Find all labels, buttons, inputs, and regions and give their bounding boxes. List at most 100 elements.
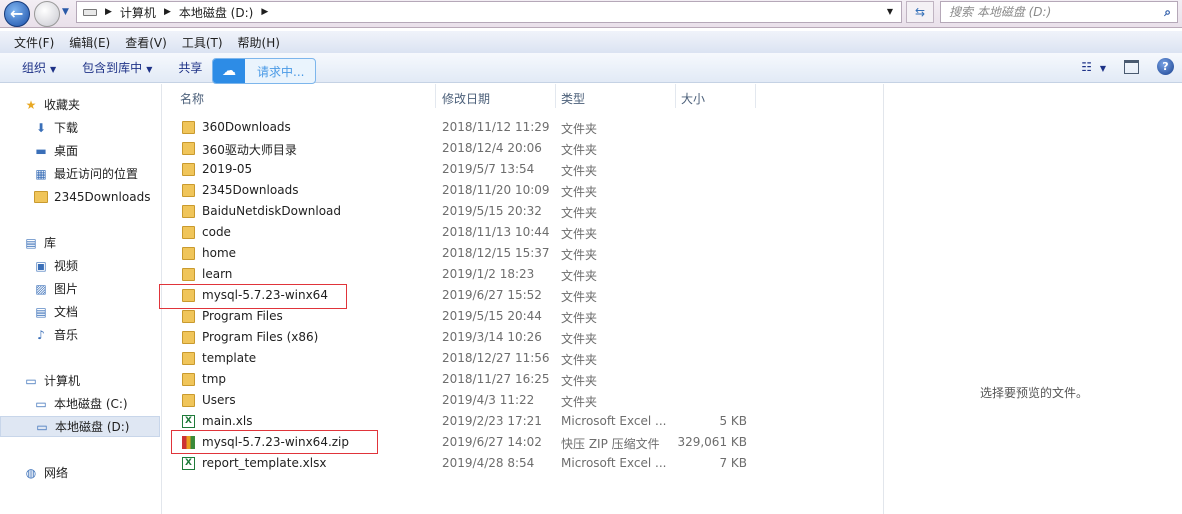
sidebar-item[interactable]: ▨ 图片 xyxy=(0,278,160,299)
video-icon: ▣ xyxy=(35,258,47,273)
file-date: 2019/6/27 15:52 xyxy=(442,288,542,302)
file-row[interactable]: Xreport_template.xlsx 2019/4/28 8:54 Micro… xyxy=(179,453,759,474)
sidebar-item-label: 网络 xyxy=(44,466,69,480)
file-row[interactable]: code 2018/11/13 10:44 文件夹 xyxy=(179,222,759,243)
file-type: Microsoft Excel ... xyxy=(561,456,667,470)
sidebar-item[interactable]: ▦ 最近访问的位置 xyxy=(0,163,160,184)
menu-help[interactable]: 帮助(H) xyxy=(238,34,280,51)
sidebar-item-label: 收藏夹 xyxy=(44,98,81,112)
file-date: 2019/1/2 18:23 xyxy=(442,267,535,281)
file-name: 2345Downloads xyxy=(202,183,299,197)
file-date: 2018/12/4 20:06 xyxy=(442,141,542,155)
preview-pane: 选择要预览的文件。 xyxy=(883,84,1182,514)
column-header-size[interactable]: 大小 xyxy=(681,90,705,110)
file-type: 文件夹 xyxy=(561,164,598,178)
chevron-down-icon: ▼ xyxy=(50,65,57,74)
sidebar-item[interactable]: ♪ 音乐 xyxy=(0,324,160,345)
sidebar-item[interactable]: ▭ 本地磁盘 (C:) xyxy=(0,393,160,414)
sidebar-item[interactable]: ▤ 库 xyxy=(0,232,160,253)
menu-tools[interactable]: 工具(T) xyxy=(182,34,223,51)
file-row[interactable]: 2345Downloads 2018/11/20 10:09 文件夹 xyxy=(179,180,759,201)
file-date: 2018/12/15 15:37 xyxy=(442,246,550,260)
view-options-button[interactable]: ☷ ▼ xyxy=(1081,60,1106,74)
menu-edit[interactable]: 编辑(E) xyxy=(69,34,110,51)
preview-pane-button[interactable] xyxy=(1124,59,1139,74)
share-button[interactable]: 共享 xyxy=(178,59,202,76)
folder-icon xyxy=(182,247,195,260)
breadcrumb-drive-d[interactable]: 本地磁盘 (D:) xyxy=(179,4,253,21)
recent-pages-dropdown[interactable]: ▼ xyxy=(62,7,69,17)
sidebar-item[interactable]: ▤ 文档 xyxy=(0,301,160,322)
breadcrumb-arrow-icon[interactable]: ▶ xyxy=(261,7,268,17)
breadcrumb-arrow-icon[interactable]: ▶ xyxy=(164,7,171,17)
file-name: 360驱动大师目录 xyxy=(202,143,297,157)
sidebar-item-label: 图片 xyxy=(54,282,79,296)
sidebar-item-label: 2345Downloads xyxy=(54,189,151,204)
back-button[interactable]: ← xyxy=(4,1,30,27)
file-name: template xyxy=(202,351,257,365)
sidebar-item[interactable]: ▭ 本地磁盘 (D:) xyxy=(0,416,160,437)
folder-icon xyxy=(182,352,195,365)
help-icon[interactable]: ? xyxy=(1157,58,1174,75)
refresh-button[interactable]: ⇆ xyxy=(906,1,934,23)
sidebar-item[interactable]: ▭ 计算机 xyxy=(0,370,160,391)
file-date: 2018/11/12 11:29 xyxy=(442,120,550,134)
file-row[interactable]: Users 2019/4/3 11:22 文件夹 xyxy=(179,390,759,411)
column-divider[interactable] xyxy=(555,84,556,108)
file-type: 文件夹 xyxy=(561,143,598,157)
sidebar-item[interactable]: 2345Downloads xyxy=(0,186,160,207)
file-name: home xyxy=(202,246,237,260)
file-date: 2018/11/13 10:44 xyxy=(442,225,550,239)
file-row[interactable]: Program Files 2019/5/15 20:44 文件夹 xyxy=(179,306,759,327)
include-library-button[interactable]: 包含到库中 ▼ xyxy=(82,59,152,76)
sidebar-item[interactable]: ◍ 网络 xyxy=(0,462,160,483)
file-row[interactable]: Xmain.xls 2019/2/23 17:21 Microsoft Excel … xyxy=(179,411,759,432)
file-row[interactable]: tmp 2018/11/27 16:25 文件夹 xyxy=(179,369,759,390)
desktop-icon: ▬ xyxy=(35,143,47,158)
file-type: 文件夹 xyxy=(561,206,598,220)
file-date: 2019/4/3 11:22 xyxy=(442,393,535,407)
file-date: 2018/12/27 11:56 xyxy=(442,351,550,365)
file-row[interactable]: learn 2019/1/2 18:23 文件夹 xyxy=(179,264,759,285)
menu-file[interactable]: 文件(F) xyxy=(14,34,54,51)
sidebar-item[interactable]: ★ 收藏夹 xyxy=(0,94,160,115)
highlight-box xyxy=(171,430,378,454)
sidebar-item[interactable]: ⬇ 下载 xyxy=(0,117,160,138)
baidu-cloud-icon: ☁ xyxy=(213,59,245,83)
column-divider[interactable] xyxy=(435,84,436,108)
search-icon[interactable]: ⌕ xyxy=(1164,2,1171,22)
file-row[interactable]: 2019-05 2019/5/7 13:54 文件夹 xyxy=(179,159,759,180)
column-header-name[interactable]: 名称 xyxy=(180,90,204,110)
breadcrumb-arrow-icon[interactable]: ▶ xyxy=(105,7,112,17)
file-row[interactable]: Program Files (x86) 2019/3/14 10:26 文件夹 xyxy=(179,327,759,348)
column-header-date[interactable]: 修改日期 xyxy=(442,90,490,110)
file-type: 文件夹 xyxy=(561,185,598,199)
navigation-pane: ★ 收藏夹 ⬇ 下载 ▬ 桌面 ▦ 最近访问的位置 2345Downloads ▤ 库 ▣ 视频 ▨ 图片 ▤… xyxy=(0,84,162,514)
column-divider[interactable] xyxy=(675,84,676,108)
file-type: 文件夹 xyxy=(561,290,598,304)
drive-icon: ▭ xyxy=(36,419,48,434)
menu-view[interactable]: 查看(V) xyxy=(125,34,167,51)
sidebar-item[interactable]: ▣ 视频 xyxy=(0,255,160,276)
address-dropdown-icon[interactable]: ▼ xyxy=(887,7,893,16)
forward-button[interactable] xyxy=(34,1,60,27)
file-row[interactable]: 360驱动大师目录 2018/12/4 20:06 文件夹 xyxy=(179,138,759,159)
folder-icon xyxy=(34,190,48,203)
address-bar[interactable]: ▶ 计算机 ▶ 本地磁盘 (D:) ▶ ▼ xyxy=(76,1,902,23)
sidebar-item[interactable]: ▬ 桌面 xyxy=(0,140,160,161)
pictures-icon: ▨ xyxy=(35,281,47,296)
preview-empty-text: 选择要预览的文件。 xyxy=(980,386,1089,400)
folder-icon xyxy=(182,331,195,344)
file-name: 2019-05 xyxy=(202,162,253,176)
file-name: 360Downloads xyxy=(202,120,291,134)
file-row[interactable]: 360Downloads 2018/11/12 11:29 文件夹 xyxy=(179,117,759,138)
file-row[interactable]: home 2018/12/15 15:37 文件夹 xyxy=(179,243,759,264)
file-row[interactable]: BaiduNetdiskDownload 2019/5/15 20:32 文件夹 xyxy=(179,201,759,222)
column-header-type[interactable]: 类型 xyxy=(561,90,585,110)
organize-button[interactable]: 组织 ▼ xyxy=(22,59,56,76)
file-row[interactable]: template 2018/12/27 11:56 文件夹 xyxy=(179,348,759,369)
column-divider[interactable] xyxy=(755,84,756,108)
sidebar-item-label: 计算机 xyxy=(44,374,81,388)
search-input[interactable]: 搜索 本地磁盘 (D:) ⌕ xyxy=(940,1,1178,23)
breadcrumb-computer[interactable]: 计算机 xyxy=(120,4,156,21)
